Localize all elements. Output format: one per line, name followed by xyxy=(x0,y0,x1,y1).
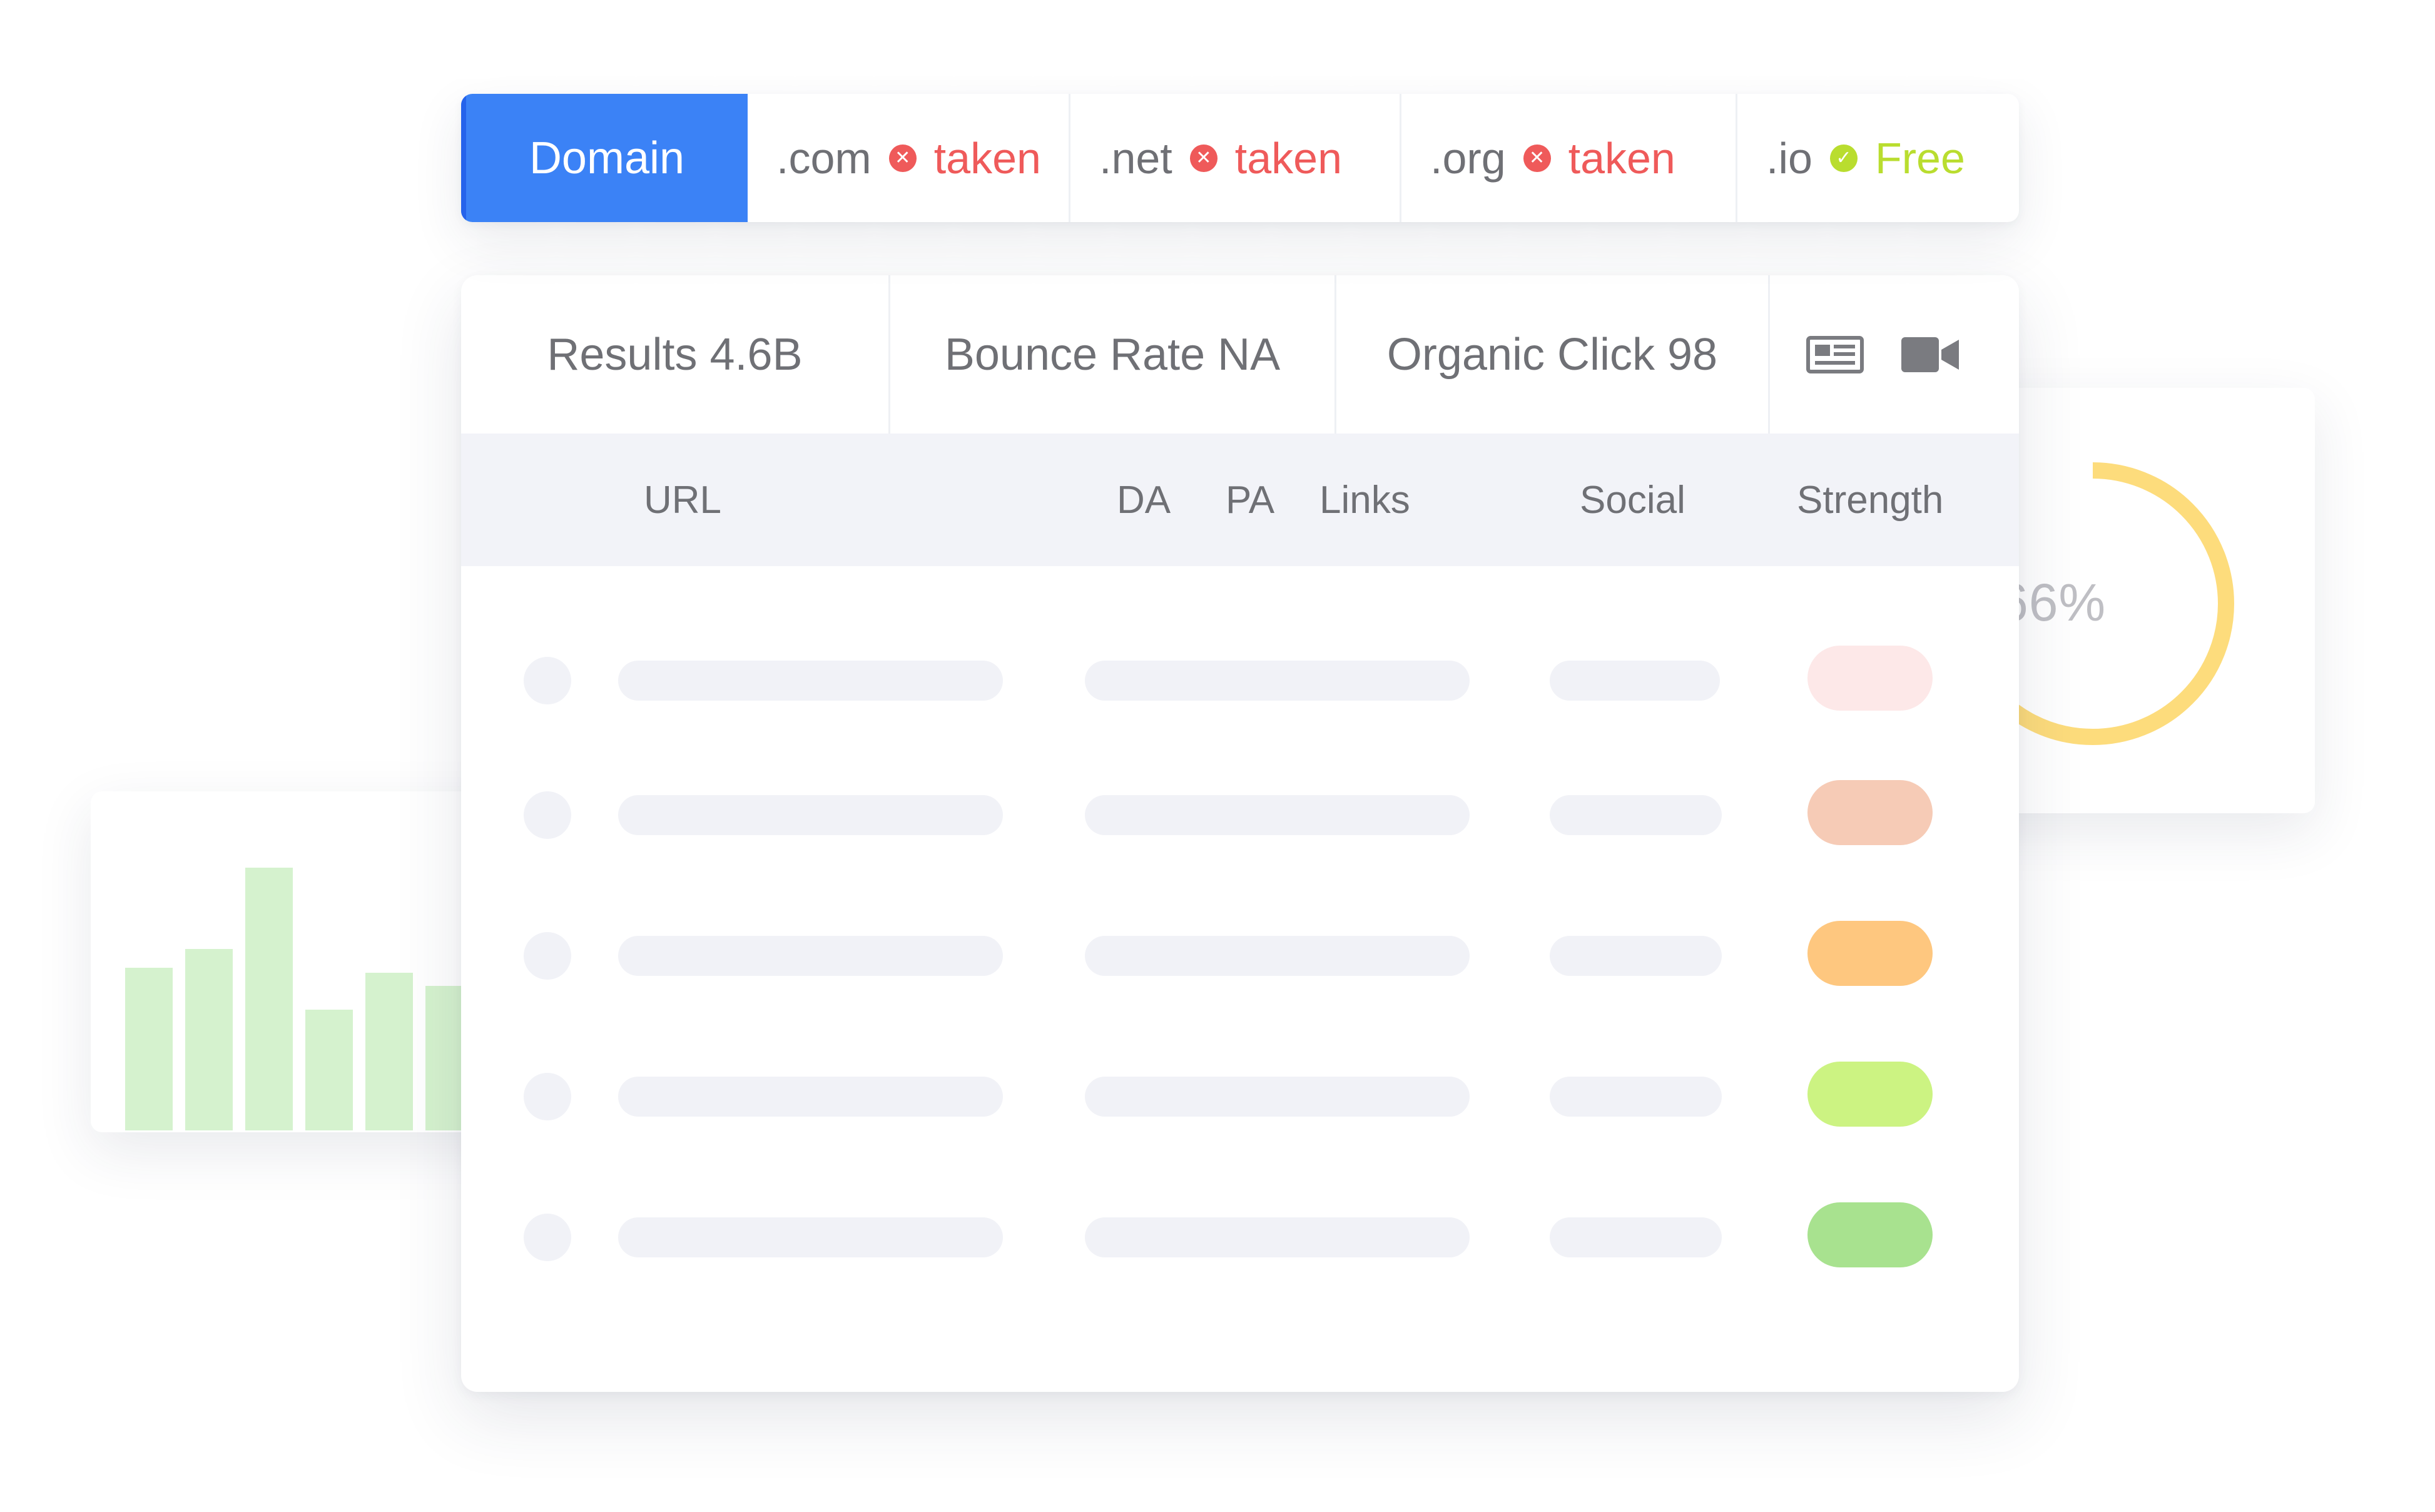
canvas: 66% Results 4.6B Bounce Rate NA Organic … xyxy=(0,0,2435,1512)
url-placeholder xyxy=(618,1077,1003,1117)
row-select-dot xyxy=(524,1073,571,1120)
url-placeholder xyxy=(618,1217,1003,1257)
metrics-placeholder xyxy=(1085,1077,1470,1117)
social-placeholder xyxy=(1550,795,1722,835)
mini-bar xyxy=(365,973,413,1130)
domain-button[interactable]: Domain xyxy=(461,94,748,222)
tld-name: .io xyxy=(1766,133,1812,183)
results-stat: Results 4.6B xyxy=(461,275,890,434)
strength-badge xyxy=(1807,921,1933,986)
mini-bar xyxy=(245,868,293,1130)
close-icon: ✕ xyxy=(888,144,917,172)
url-placeholder xyxy=(618,936,1003,976)
tld-name: .org xyxy=(1430,133,1506,183)
metrics-placeholder xyxy=(1085,936,1470,976)
row-select-dot xyxy=(524,657,571,704)
tld-status: taken xyxy=(1568,133,1675,183)
col-da[interactable]: DA xyxy=(1117,434,1171,566)
url-placeholder xyxy=(618,795,1003,835)
url-placeholder xyxy=(618,661,1003,701)
mini-bar xyxy=(185,949,233,1130)
seo-results-panel: Results 4.6B Bounce Rate NA Organic Clic… xyxy=(461,275,2019,1392)
social-placeholder xyxy=(1550,661,1720,701)
col-strength[interactable]: Strength xyxy=(1797,434,1943,566)
newspaper-icon[interactable] xyxy=(1806,335,1864,373)
video-camera-icon[interactable] xyxy=(1901,336,1959,373)
metrics-placeholder xyxy=(1085,661,1470,701)
check-icon: ✓ xyxy=(1829,144,1858,172)
tld-io[interactable]: .io ✓ Free xyxy=(1737,94,2019,222)
tld-com[interactable]: .com ✕ taken xyxy=(748,94,1070,222)
row-select-dot xyxy=(524,1214,571,1261)
col-social[interactable]: Social xyxy=(1580,434,1685,566)
strength-badge xyxy=(1807,646,1933,711)
mini-bar xyxy=(305,1010,353,1130)
strength-badge xyxy=(1807,1062,1933,1127)
table-row[interactable] xyxy=(461,1202,2019,1282)
social-placeholder xyxy=(1550,1217,1722,1257)
col-url[interactable]: URL xyxy=(644,434,721,566)
row-select-dot xyxy=(524,932,571,980)
stats-row: Results 4.6B Bounce Rate NA Organic Clic… xyxy=(461,275,2019,434)
row-select-dot xyxy=(524,791,571,839)
table-row[interactable] xyxy=(461,646,2019,726)
tld-status: Free xyxy=(1874,133,1965,183)
strength-badge xyxy=(1807,780,1933,845)
table-row[interactable] xyxy=(461,780,2019,860)
close-icon: ✕ xyxy=(1523,144,1551,172)
tld-status: taken xyxy=(933,133,1041,183)
tld-name: .net xyxy=(1099,133,1172,183)
table-row[interactable] xyxy=(461,921,2019,1001)
tld-org[interactable]: .org ✕ taken xyxy=(1401,94,1737,222)
organic-click-stat: Organic Click 98 xyxy=(1336,275,1770,434)
tld-status: taken xyxy=(1234,133,1343,183)
col-links[interactable]: Links xyxy=(1319,434,1410,566)
tld-name: .com xyxy=(776,133,872,183)
table-header: URL DA PA Links Social Strength xyxy=(461,434,2019,566)
tld-net[interactable]: .net ✕ taken xyxy=(1070,94,1401,222)
social-placeholder xyxy=(1550,936,1722,976)
col-pa[interactable]: PA xyxy=(1226,434,1274,566)
table-row[interactable] xyxy=(461,1062,2019,1142)
bounce-rate-stat: Bounce Rate NA xyxy=(890,275,1336,434)
mini-bar xyxy=(125,968,173,1130)
social-placeholder xyxy=(1550,1077,1722,1117)
media-filter-icons xyxy=(1770,335,2019,373)
close-icon: ✕ xyxy=(1189,144,1218,172)
metrics-placeholder xyxy=(1085,1217,1470,1257)
metrics-placeholder xyxy=(1085,795,1470,835)
domain-availability-bar: Domain .com ✕ taken .net ✕ taken .org ✕ … xyxy=(461,94,2019,222)
strength-badge xyxy=(1807,1202,1933,1267)
